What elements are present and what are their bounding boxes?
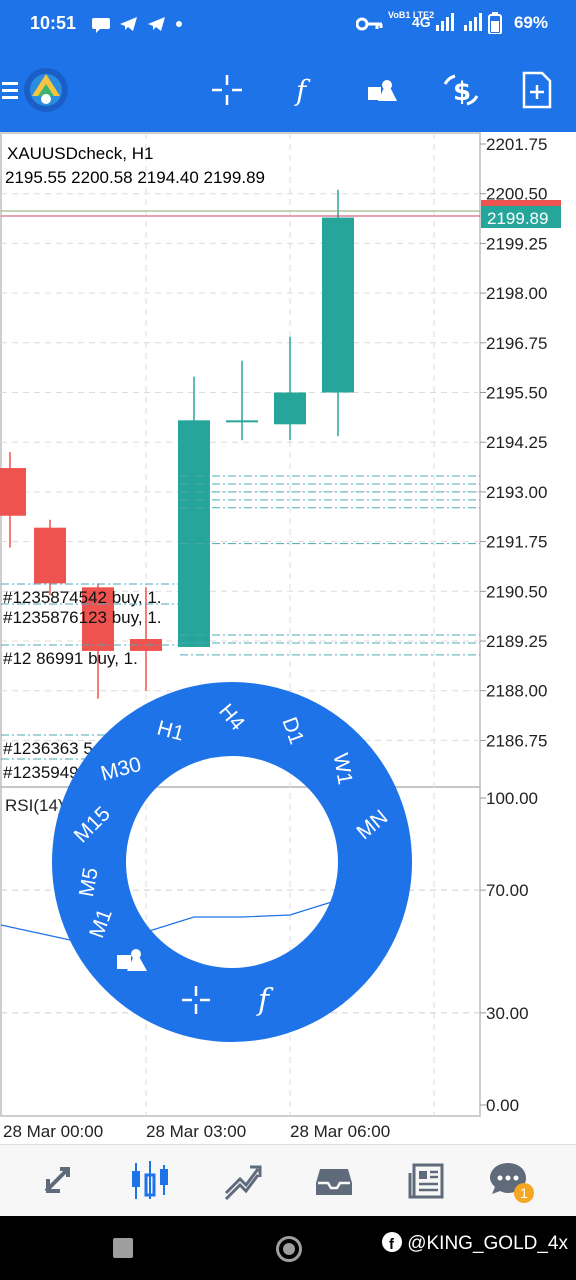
rsi-tick-label: 70.00 xyxy=(486,881,529,900)
price-tick-label: 2201.75 xyxy=(486,135,547,154)
new-order-button[interactable] xyxy=(513,66,561,114)
price-tick-label: 2186.75 xyxy=(486,731,547,750)
indicators-button[interactable]: f xyxy=(281,66,329,114)
time-label: 28 Mar 06:00 xyxy=(290,1122,390,1141)
status-bar: 10:51 VoB1 LTE2 4G 69% xyxy=(0,0,576,48)
toolbar: f $ xyxy=(0,48,576,132)
bear-candle xyxy=(0,468,26,516)
watermark: f @KING_GOLD_4x xyxy=(381,1232,568,1255)
quotes-icon xyxy=(44,1167,70,1193)
battery-level: 69% xyxy=(513,13,548,32)
system-navigation: f @KING_GOLD_4x xyxy=(0,1216,576,1280)
rsi-tick-label: 100.00 xyxy=(486,789,538,808)
telegram-icon xyxy=(120,17,137,31)
price-tick-label: 2193.00 xyxy=(486,483,547,502)
telegram-icon xyxy=(148,17,165,31)
ohlc-label: 2195.55 2200.58 2194.40 2199.89 xyxy=(5,168,265,187)
watermark-text: @KING_GOLD_4x xyxy=(407,1233,568,1254)
bull-candle xyxy=(322,217,354,393)
price-tick-label: 2191.75 xyxy=(486,533,547,552)
nav-news[interactable] xyxy=(402,1157,450,1205)
dot-icon xyxy=(176,21,182,27)
add-document-icon xyxy=(522,71,552,109)
chat-icon: 1 xyxy=(490,1163,534,1203)
rsi-tick-label: 30.00 xyxy=(486,1004,529,1023)
rsi-tick-label: 0.00 xyxy=(486,1096,519,1115)
trade-icon xyxy=(224,1165,262,1201)
price-tick-label: 2196.75 xyxy=(486,334,547,353)
price-tick-label: 2195.50 xyxy=(486,384,547,403)
price-tick-label: 2190.50 xyxy=(486,582,547,601)
indicator-f-icon: f xyxy=(294,74,311,107)
objects-button[interactable] xyxy=(358,66,406,114)
bull-candle xyxy=(226,420,258,423)
nav-chat[interactable]: 1 xyxy=(486,1157,534,1205)
app-logo-icon xyxy=(24,68,68,112)
trade-button[interactable]: $ xyxy=(437,66,485,114)
news-icon xyxy=(408,1163,444,1199)
chat-bubble-icon xyxy=(92,18,110,33)
signal-icon xyxy=(436,13,482,31)
status-time: 10:51 xyxy=(30,13,77,33)
price-tick-label: 2199.25 xyxy=(486,234,547,253)
price-tick-label: 2189.25 xyxy=(486,632,547,651)
order-label: #1235876123 buy, 1. xyxy=(3,608,162,627)
network-type: 4G xyxy=(412,14,431,30)
chat-badge: 1 xyxy=(520,1185,528,1201)
battery-icon xyxy=(488,12,502,34)
home-button[interactable] xyxy=(276,1236,302,1262)
menu-icon xyxy=(2,82,18,99)
app-logo-button[interactable] xyxy=(22,66,70,114)
nav-chart[interactable] xyxy=(126,1157,174,1205)
time-label: 28 Mar 00:00 xyxy=(3,1122,103,1141)
current-price: 2199.89 xyxy=(487,209,548,228)
notification-icons xyxy=(92,17,182,33)
facebook-icon: f xyxy=(381,1232,402,1253)
dollar-refresh-icon: $ xyxy=(443,74,479,107)
nav-trade[interactable] xyxy=(218,1157,266,1205)
price-tick-label: 2188.00 xyxy=(486,682,547,701)
time-label: 28 Mar 03:00 xyxy=(146,1122,246,1141)
history-icon xyxy=(316,1169,352,1195)
timeframe-menu[interactable]: M1M5M15M30H1 H4 D1W1MN f xyxy=(52,682,412,1042)
key-icon xyxy=(356,17,383,31)
bull-candle xyxy=(274,392,306,425)
svg-text:f: f xyxy=(294,74,311,107)
price-tick-label: 2198.00 xyxy=(486,284,547,303)
bull-candle xyxy=(178,420,210,647)
chart-area[interactable]: #1235874542 buy, 1. #1235876123 buy, 1. #1… xyxy=(0,132,576,1144)
rsi-line xyxy=(0,899,339,941)
chart-icon xyxy=(132,1161,168,1199)
symbol-label: XAUUSDcheck, H1 xyxy=(7,144,153,163)
price-chart[interactable]: #1235874542 buy, 1.#1235876123 buy, 1.#1… xyxy=(0,132,576,1144)
nav-quotes[interactable] xyxy=(34,1157,82,1205)
recents-button[interactable] xyxy=(113,1238,133,1258)
nav-history[interactable] xyxy=(310,1157,358,1205)
crosshair-icon xyxy=(212,75,242,105)
price-tick-label: 2194.25 xyxy=(486,433,547,452)
order-label: #12 86991 buy, 1. xyxy=(3,649,138,668)
bear-candle xyxy=(34,527,66,584)
bottom-navigation: 1 xyxy=(0,1144,576,1216)
crosshair-button[interactable] xyxy=(203,66,251,114)
objects-icon xyxy=(368,80,397,101)
